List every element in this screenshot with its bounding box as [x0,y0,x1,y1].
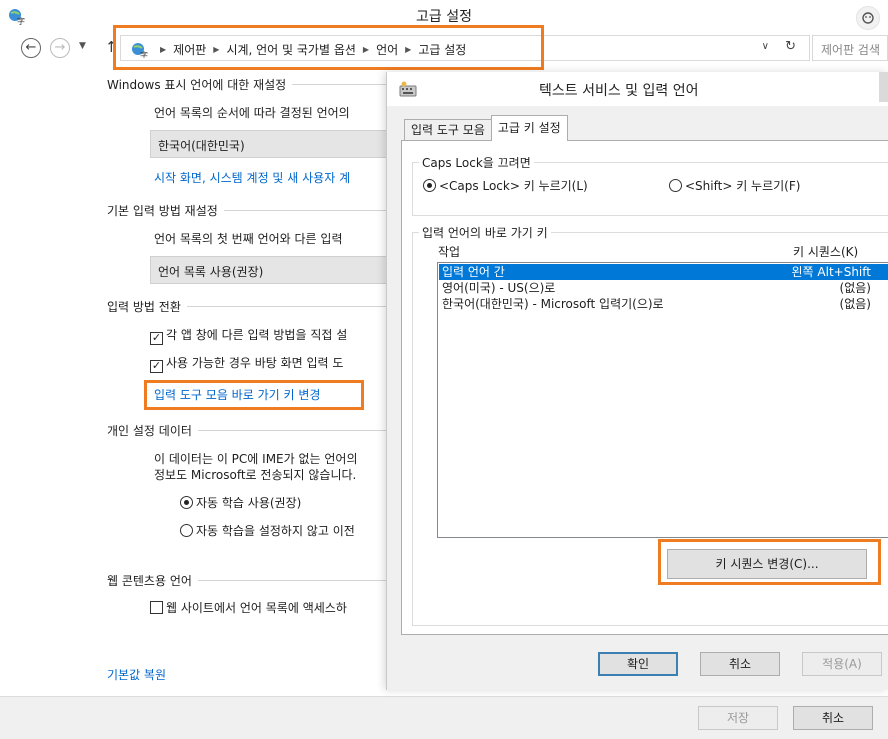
footer-bar: 저장 취소 [0,696,888,739]
recent-locations-chevron-icon[interactable]: ▼ [79,41,86,51]
scrollbar-thumb[interactable] [879,72,888,102]
divider [197,580,392,581]
caps-lock-key-label: <Caps Lock> 키 누르기(L) [439,179,588,193]
keyboard-icon [399,81,417,97]
section-heading: Windows 표시 언어에 대한 재설정 [107,78,287,92]
sequence-cell: 왼쪽 Alt+Shift [791,265,871,279]
section-heading: 웹 콘텐츠용 언어 [107,574,192,588]
auto-learning-off-label: 자동 학습을 설정하지 않고 이전 [196,524,355,538]
desktop-language-bar-option[interactable]: ✓ 사용 가능한 경우 바탕 화면 입력 도 [150,354,343,373]
default-input-desc: 언어 목록의 첫 번째 언어와 다른 입력 [154,232,343,246]
sequence-cell: (없음) [839,281,871,295]
divider [292,84,392,85]
caps-lock-group: Caps Lock을 끄려면 <Caps Lock> 키 누르기(L) <Shi… [412,154,888,216]
section-heading: 개인 설정 데이터 [107,424,192,438]
display-language-section: Windows 표시 언어에 대한 재설정 [107,76,392,93]
action-cell: 영어(미국) - US(으)로 [442,281,556,295]
address-dropdown-chevron-icon[interactable]: ∨ [762,41,769,52]
group-legend: 입력 언어의 바로 가기 키 [419,224,551,241]
personalization-desc-line1: 이 데이터는 이 PC에 IME가 없는 언어의 [154,452,358,466]
auto-learning-on-label: 자동 학습 사용(권장) [196,496,302,510]
forward-arrow-icon[interactable]: → [50,38,70,58]
dialog-tabs: 입력 도구 모음 고급 키 설정 [404,115,568,141]
list-item[interactable]: 한국어(대한민국) - Microsoft 입력기(으)로 (없음) [439,296,888,312]
save-button[interactable]: 저장 [698,706,778,730]
divider [223,210,392,211]
display-language-select[interactable]: 한국어(대한민국) [150,130,400,158]
navigation-bar: ← → ▼ ↑ 字 ▶ 제어판 ▶ 시계, 언어 및 국가별 옵션 ▶ 언어 ▶… [0,25,888,70]
divider [186,306,392,307]
list-item[interactable]: 영어(미국) - US(으)로 (없음) [439,280,888,296]
key-sequence-button-highlight-annotation [658,539,881,585]
caps-lock-key-option[interactable]: <Caps Lock> 키 누르기(L) [423,177,588,194]
per-app-input-label: 각 앱 창에 다른 입력 방법을 직접 설 [166,328,348,342]
shift-key-option[interactable]: <Shift> 키 누르기(F) [669,177,800,194]
dialog-title-bar: 텍스트 서비스 및 입력 언어 [387,72,888,106]
address-highlight-annotation [113,25,544,70]
restore-defaults-link[interactable]: 기본값 복원 [107,666,166,683]
auto-learning-on-option[interactable]: 자동 학습 사용(권장) [180,494,301,511]
action-cell: 한국어(대한민국) - Microsoft 입력기(으)로 [442,297,664,311]
hotkey-link-highlight-annotation [144,380,364,410]
auto-learning-off-option[interactable]: 자동 학습을 설정하지 않고 이전 [180,522,355,539]
per-app-input-option[interactable]: ✓ 각 앱 창에 다른 입력 방법을 직접 설 [150,326,347,345]
action-cell: 입력 언어 간 [442,265,505,279]
web-content-section: 웹 콘텐츠용 언어 [107,572,392,589]
tab-language-bar[interactable]: 입력 도구 모음 [404,119,492,141]
window-title: 고급 설정 [416,9,472,25]
tab-advanced-key-settings[interactable]: 고급 키 설정 [490,115,568,141]
section-heading: 입력 방법 전환 [107,300,181,314]
checkbox-checked-icon[interactable]: ✓ [150,360,163,373]
feedback-icon[interactable] [856,6,880,30]
apply-button[interactable]: 적용(A) [802,652,882,676]
switching-section: 입력 방법 전환 [107,298,392,315]
divider [197,430,392,431]
checkbox-unchecked-icon[interactable] [150,601,163,614]
radio-unselected-icon[interactable] [180,524,193,537]
checkbox-checked-icon[interactable]: ✓ [150,332,163,345]
personalization-section: 개인 설정 데이터 [107,422,392,439]
web-language-access-option[interactable]: 웹 사이트에서 언어 목록에 액세스하 [150,599,347,616]
apply-language-settings-link[interactable]: 시작 화면, 시스템 계정 및 새 사용자 계 [154,169,350,186]
group-legend: Caps Lock을 끄려면 [419,154,534,171]
section-heading: 기본 입력 방법 재설정 [107,204,218,218]
ok-button[interactable]: 확인 [598,652,678,676]
hotkey-list[interactable]: 입력 언어 간 왼쪽 Alt+Shift 영어(미국) - US(으)로 (없음… [437,262,888,538]
shift-key-label: <Shift> 키 누르기(F) [685,179,801,193]
column-header-key-sequence: 키 시퀀스(K) [793,245,859,259]
dialog-title: 텍스트 서비스 및 입력 언어 [539,83,699,99]
display-language-desc: 언어 목록의 순서에 따라 결정된 언어의 [154,106,350,120]
web-language-access-label: 웹 사이트에서 언어 목록에 액세스하 [166,601,347,615]
list-item[interactable]: 입력 언어 간 왼쪽 Alt+Shift [439,264,888,280]
radio-unselected-icon[interactable] [669,179,682,192]
back-arrow-icon[interactable]: ← [21,38,41,58]
default-input-select[interactable]: 언어 목록 사용(권장) [150,256,400,284]
radio-selected-icon[interactable] [180,496,193,509]
cancel-button[interactable]: 취소 [793,706,873,730]
default-input-section: 기본 입력 방법 재설정 [107,202,392,219]
search-input[interactable]: 제어판 검색 [812,35,888,61]
radio-selected-icon[interactable] [423,179,436,192]
desktop-language-bar-label: 사용 가능한 경우 바탕 화면 입력 도 [166,356,344,370]
refresh-icon[interactable]: ↻ [785,39,796,54]
column-header-action: 작업 [438,245,461,259]
dialog-cancel-button[interactable]: 취소 [700,652,780,676]
personalization-desc-line2: 정보도 Microsoft로 전송되지 않습니다. [154,468,357,482]
text-services-dialog: 텍스트 서비스 및 입력 언어 입력 도구 모음 고급 키 설정 Caps Lo… [386,72,888,690]
sequence-cell: (없음) [839,297,871,311]
